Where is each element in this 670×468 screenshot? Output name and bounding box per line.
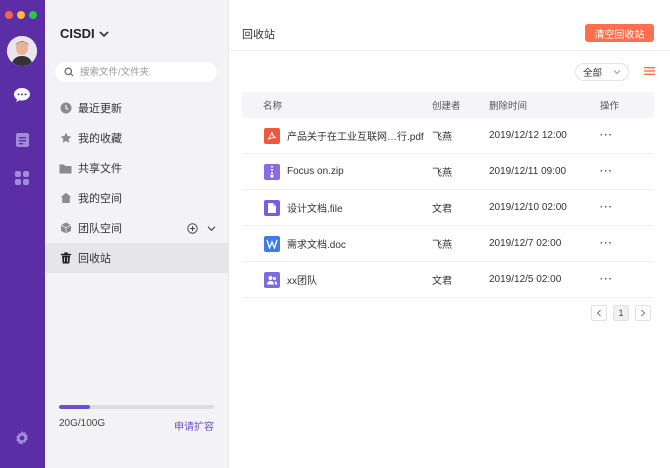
file-name: 设计文档.file: [287, 204, 343, 215]
file-name: 产品关于在工业互联网…行.pdf: [287, 132, 424, 143]
sidebar: CISDI 最近更新 我的收藏 共享文件 我的空间 团队空间: [45, 0, 229, 468]
generic-file-icon: [264, 199, 280, 216]
star-icon: [59, 132, 72, 145]
cube-icon: [59, 222, 72, 235]
sidebar-item-label: 最近更新: [78, 103, 122, 115]
sidebar-item-label: 共享文件: [78, 163, 122, 175]
file-name: Focus on.zip: [287, 166, 344, 177]
chevron-down-icon: [613, 70, 621, 75]
file-delete-time: 2019/12/5 02:00: [489, 274, 562, 285]
folder-icon: [59, 162, 72, 175]
org-name: CISDI: [60, 26, 95, 41]
add-circle-icon[interactable]: [187, 222, 198, 234]
page-number-button[interactable]: 1: [613, 305, 629, 321]
column-header-actions: 操作: [600, 101, 620, 112]
zip-file-icon: [264, 163, 280, 180]
sidebar-item-team-space[interactable]: 团队空间: [45, 213, 228, 243]
org-switcher[interactable]: CISDI: [60, 26, 109, 41]
pagination: 1: [591, 305, 651, 321]
column-header-creator: 创建者: [432, 101, 461, 112]
home-icon: [59, 192, 72, 205]
column-header-delete-time: 删除时间: [489, 101, 528, 112]
document-icon[interactable]: [12, 130, 32, 150]
sidebar-item-shared[interactable]: 共享文件: [45, 153, 228, 183]
chevron-down-icon[interactable]: [207, 225, 216, 232]
table-header: 名称 创建者 删除时间 操作: [242, 92, 654, 118]
prev-page-button[interactable]: [591, 305, 607, 321]
file-name: 需求文档.doc: [287, 240, 346, 251]
header: 回收站 清空回收站: [229, 0, 670, 51]
search-input[interactable]: [78, 65, 212, 79]
chevron-right-icon: [641, 309, 646, 317]
page-title: 回收站: [242, 29, 275, 41]
apps-grid-icon[interactable]: [12, 168, 32, 188]
file-creator: 文君: [432, 204, 452, 215]
sidebar-item-label: 我的收藏: [78, 133, 122, 145]
sidebar-item-recycle-bin[interactable]: 回收站: [45, 243, 228, 273]
file-creator: 飞燕: [432, 168, 452, 179]
more-actions-button[interactable]: ···: [600, 130, 654, 141]
sidebar-item-my-space[interactable]: 我的空间: [45, 183, 228, 213]
team-folder-icon: [264, 271, 280, 288]
zoom-window-button[interactable]: [29, 11, 37, 19]
minimize-window-button[interactable]: [17, 11, 25, 19]
file-delete-time: 2019/12/10 02:00: [489, 202, 567, 213]
table-row[interactable]: 设计文档.file 文君 2019/12/10 02:00 ···: [242, 190, 654, 226]
filter-selected-label: 全部: [583, 68, 603, 79]
more-actions-button[interactable]: ···: [600, 274, 654, 285]
search-icon: [64, 67, 74, 77]
table-row[interactable]: 需求文档.doc 飞燕 2019/12/7 02:00 ···: [242, 226, 654, 262]
chevron-down-icon: [99, 30, 109, 37]
more-actions-button[interactable]: ···: [600, 238, 654, 249]
next-page-button[interactable]: [635, 305, 651, 321]
storage-progress-bar: [59, 405, 214, 409]
request-expand-link[interactable]: 申请扩容: [174, 418, 214, 433]
table-row[interactable]: 产品关于在工业互联网…行.pdf 飞燕 2019/12/12 12:00 ···: [242, 118, 654, 154]
main-content: 回收站 清空回收站 全部 名称 创建者 删除时间 操作 产品关于在工业互联网…行…: [229, 0, 670, 468]
sidebar-item-recent[interactable]: 最近更新: [45, 93, 228, 123]
more-actions-button[interactable]: ···: [600, 166, 654, 177]
file-delete-time: 2019/12/12 12:00: [489, 130, 567, 141]
file-delete-time: 2019/12/7 02:00: [489, 238, 562, 249]
clock-icon: [59, 102, 72, 115]
sidebar-item-favorites[interactable]: 我的收藏: [45, 123, 228, 153]
table-row[interactable]: xx团队 文君 2019/12/5 02:00 ···: [242, 262, 654, 298]
settings-gear-icon[interactable]: [12, 428, 32, 448]
trash-icon: [59, 252, 72, 265]
column-header-name: 名称: [263, 101, 283, 112]
storage-usage: 20G/100G 申请扩容: [59, 405, 214, 433]
sidebar-item-label: 回收站: [78, 253, 111, 265]
recycle-bin-table: 名称 创建者 删除时间 操作 产品关于在工业互联网…行.pdf 飞燕 2019/…: [242, 92, 654, 298]
clear-recycle-bin-button[interactable]: 清空回收站: [585, 24, 654, 42]
file-name: xx团队: [287, 276, 317, 287]
file-creator: 文君: [432, 276, 452, 287]
list-view-icon[interactable]: [644, 66, 655, 76]
file-creator: 飞燕: [432, 132, 452, 143]
chevron-left-icon: [596, 309, 601, 317]
file-creator: 飞燕: [432, 240, 452, 251]
app-rail: [0, 0, 45, 468]
storage-progress-fill: [59, 405, 90, 409]
file-delete-time: 2019/12/11 09:00: [489, 166, 567, 177]
sidebar-item-label: 我的空间: [78, 193, 122, 205]
table-row[interactable]: Focus on.zip 飞燕 2019/12/11 09:00 ···: [242, 154, 654, 190]
word-doc-icon: [264, 235, 280, 252]
close-window-button[interactable]: [5, 11, 13, 19]
chat-icon[interactable]: [12, 85, 32, 105]
search-box: [55, 62, 217, 82]
pdf-file-icon: [264, 127, 280, 144]
sidebar-item-label: 团队空间: [78, 223, 122, 235]
filter-select[interactable]: 全部: [575, 63, 629, 81]
more-actions-button[interactable]: ···: [600, 202, 654, 213]
storage-used-label: 20G/100G: [59, 418, 106, 429]
window-controls: [5, 11, 37, 19]
sidebar-nav: 最近更新 我的收藏 共享文件 我的空间 团队空间 回收站: [45, 93, 228, 273]
avatar[interactable]: [7, 36, 37, 66]
